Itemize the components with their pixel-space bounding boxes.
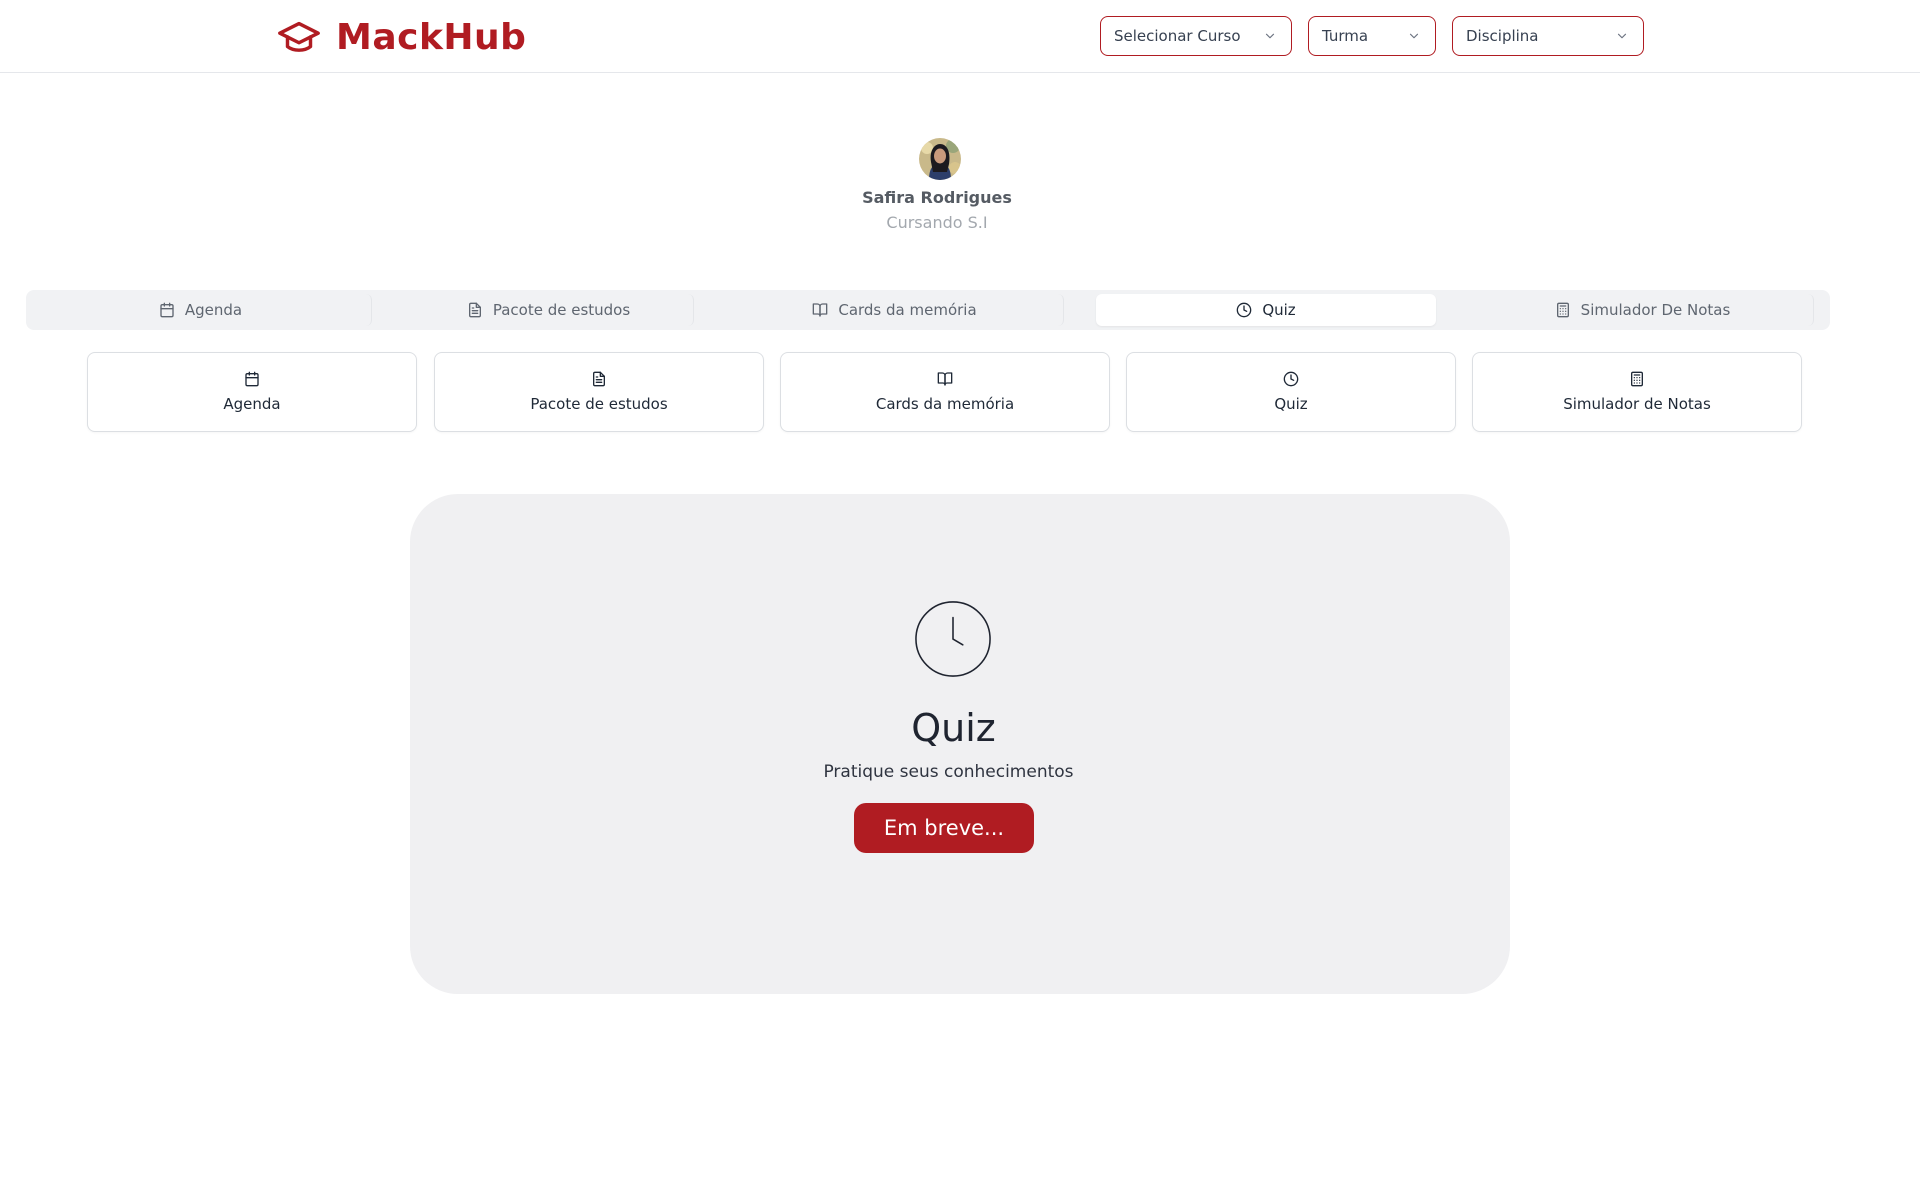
card-label: Pacote de estudos: [530, 395, 668, 413]
coming-soon-button[interactable]: Em breve...: [854, 803, 1034, 853]
course-select-value: Selecionar Curso: [1114, 27, 1241, 45]
tab-label: Cards da memória: [838, 301, 977, 319]
card-label: Simulador de Notas: [1563, 395, 1711, 413]
clock-icon: [915, 601, 991, 677]
card-label: Cards da memória: [875, 395, 1015, 413]
document-icon: [593, 371, 605, 387]
quiz-panel: Quiz Pratique seus conhecimentos Em brev…: [410, 494, 1510, 994]
chevron-down-icon: [1617, 33, 1627, 39]
subject-select-value: Disciplina: [1466, 27, 1539, 45]
top-header: MackHub Selecionar Curso Turma Disciplin…: [0, 0, 1920, 73]
tab-label: Simulador De Notas: [1580, 301, 1731, 319]
card-quiz[interactable]: Quiz: [1126, 352, 1456, 432]
tab-label: Pacote de estudos: [492, 301, 631, 319]
card-cards-da-memoria[interactable]: Cards da memória: [780, 352, 1110, 432]
tab-quiz[interactable]: Quiz: [1096, 294, 1436, 326]
chevron-down-icon: [1265, 33, 1275, 39]
brand[interactable]: MackHub: [276, 14, 526, 60]
clock-icon: [1236, 302, 1252, 318]
profile-subtitle: Cursando S.I: [886, 213, 988, 232]
tab-agenda[interactable]: Agenda: [30, 294, 372, 326]
subject-select[interactable]: Disciplina: [1452, 16, 1644, 56]
book-icon: [937, 372, 953, 386]
course-select[interactable]: Selecionar Curso: [1100, 16, 1292, 56]
graduation-cap-icon: [276, 14, 322, 60]
card-label: Quiz: [1274, 395, 1308, 413]
tab-pacote-de-estudos[interactable]: Pacote de estudos: [404, 294, 694, 326]
class-select[interactable]: Turma: [1308, 16, 1436, 56]
book-icon: [813, 303, 828, 317]
brand-name: MackHub: [336, 16, 527, 58]
tab-label: Quiz: [1262, 301, 1296, 319]
chevron-down-icon: [1409, 33, 1419, 39]
calculator-icon: [1631, 371, 1643, 387]
avatar[interactable]: [919, 138, 961, 180]
panel-title: Quiz: [911, 706, 996, 750]
tab-cards-da-memoria[interactable]: Cards da memória: [726, 294, 1064, 326]
card-simulador-de-notas[interactable]: Simulador de Notas: [1472, 352, 1802, 432]
card-agenda[interactable]: Agenda: [87, 352, 417, 432]
panel-subtitle: Pratique seus conhecimentos: [823, 762, 1074, 782]
document-icon: [468, 302, 481, 318]
tab-label: Agenda: [184, 301, 243, 319]
card-label: Agenda: [223, 395, 281, 413]
profile-name: Safira Rodrigues: [862, 188, 1012, 207]
tab-bar: Agenda Pacote de estudos Cards da memóri…: [26, 290, 1830, 330]
class-select-value: Turma: [1322, 27, 1369, 45]
calendar-icon: [160, 302, 174, 318]
clock-icon: [1283, 371, 1299, 387]
tab-simulador-de-notas[interactable]: Simulador De Notas: [1472, 294, 1814, 326]
card-pacote-de-estudos[interactable]: Pacote de estudos: [434, 352, 764, 432]
calculator-icon: [1556, 302, 1569, 318]
calendar-icon: [245, 371, 259, 387]
